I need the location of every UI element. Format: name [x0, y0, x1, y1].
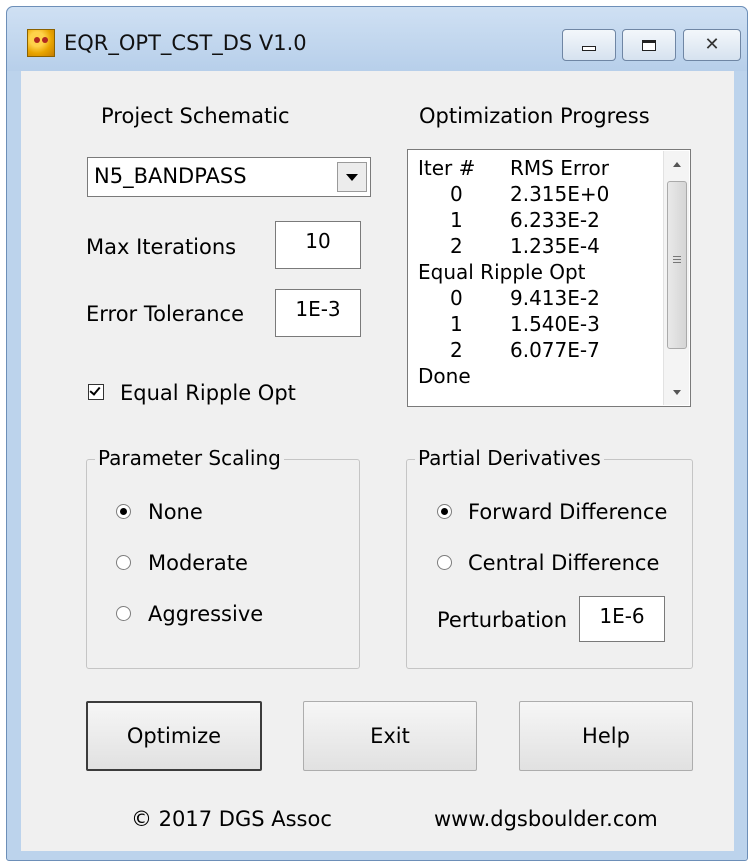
iter-value: 0	[450, 286, 463, 310]
equal-ripple-label[interactable]: Equal Ripple Opt	[120, 381, 296, 405]
project-schematic-select[interactable]: N5_BANDPASS	[87, 157, 371, 197]
iter-value: 1	[450, 312, 463, 336]
error-tolerance-label: Error Tolerance	[86, 302, 245, 326]
checkmark-icon	[89, 384, 101, 396]
minimize-icon	[582, 45, 596, 51]
scroll-thumb[interactable]	[667, 181, 687, 349]
window-title: EQR_OPT_CST_DS V1.0	[64, 31, 307, 55]
done-text: Done	[418, 364, 471, 388]
optimization-progress-label: Optimization Progress	[419, 104, 650, 128]
iter-value: 2	[450, 234, 463, 258]
project-schematic-value: N5_BANDPASS	[94, 164, 247, 188]
perturbation-label: Perturbation	[437, 608, 568, 632]
dropdown-button[interactable]	[337, 162, 367, 192]
equal-ripple-section-text: Equal Ripple Opt	[418, 260, 586, 284]
maximize-icon	[642, 39, 656, 51]
rms-error-column-header: RMS Error	[510, 156, 609, 180]
iter-value: 0	[450, 182, 463, 206]
rms-value: 1.235E-4	[510, 234, 600, 258]
scaling-none-radio[interactable]	[116, 504, 131, 519]
iter-value: 1	[450, 208, 463, 232]
scaling-aggressive-radio[interactable]	[116, 606, 131, 621]
rms-value: 6.233E-2	[510, 208, 600, 232]
error-tolerance-input[interactable]: 1E-3	[275, 289, 361, 337]
forward-difference-radio[interactable]	[437, 504, 452, 519]
title-bar[interactable]: EQR_OPT_CST_DS V1.0 ✕	[7, 7, 747, 71]
scroll-down-icon	[673, 389, 681, 395]
parameter-scaling-title: Parameter Scaling	[95, 446, 284, 470]
max-iterations-label: Max Iterations	[86, 235, 237, 259]
perturbation-input[interactable]: 1E-6	[579, 596, 665, 642]
scroll-up-button[interactable]	[664, 151, 690, 177]
app-icon[interactable]	[27, 29, 55, 57]
scroll-up-icon	[673, 161, 681, 167]
optimize-button[interactable]: Optimize	[86, 701, 262, 771]
minimize-button[interactable]	[562, 29, 616, 61]
partial-derivatives-group: Partial Derivatives Forward Difference C…	[406, 446, 693, 669]
iter-column-header: Iter #	[418, 156, 476, 180]
rms-value: 9.413E-2	[510, 286, 600, 310]
iter-value: 2	[450, 338, 463, 362]
rms-value: 2.315E+0	[510, 182, 610, 206]
partial-derivatives-title: Partial Derivatives	[415, 446, 604, 470]
dialog-client-area: Project Schematic N5_BANDPASS Max Iterat…	[21, 71, 734, 851]
central-difference-radio[interactable]	[437, 555, 452, 570]
grip-icon	[673, 256, 681, 257]
optimization-progress-list[interactable]: Iter # RMS Error 0 2.315E+0 1 6.233E-2 2…	[407, 149, 691, 407]
scroll-down-button[interactable]	[664, 379, 690, 405]
vertical-scrollbar[interactable]	[663, 151, 689, 405]
exit-button[interactable]: Exit	[303, 701, 477, 771]
chevron-down-icon	[346, 173, 358, 181]
parameter-scaling-group: Parameter Scaling None Moderate Aggressi…	[86, 446, 360, 669]
forward-difference-label[interactable]: Forward Difference	[468, 500, 667, 524]
close-icon: ✕	[704, 34, 720, 55]
scaling-moderate-radio[interactable]	[116, 555, 131, 570]
project-schematic-label: Project Schematic	[101, 104, 290, 128]
close-button[interactable]: ✕	[683, 29, 741, 61]
rms-value: 1.540E-3	[510, 312, 600, 336]
scaling-none-label[interactable]: None	[148, 500, 203, 524]
scaling-aggressive-label[interactable]: Aggressive	[148, 602, 263, 626]
app-window: EQR_OPT_CST_DS V1.0 ✕ Project Schematic …	[6, 6, 748, 861]
rms-value: 6.077E-7	[510, 338, 600, 362]
scaling-moderate-label[interactable]: Moderate	[148, 551, 248, 575]
copyright-text: © 2017 DGS Assoc	[131, 807, 332, 831]
maximize-button[interactable]	[622, 29, 676, 61]
website-text: www.dgsboulder.com	[434, 807, 658, 831]
max-iterations-input[interactable]: 10	[275, 221, 361, 269]
central-difference-label[interactable]: Central Difference	[468, 551, 659, 575]
help-button[interactable]: Help	[519, 701, 693, 771]
equal-ripple-checkbox[interactable]	[88, 384, 104, 400]
